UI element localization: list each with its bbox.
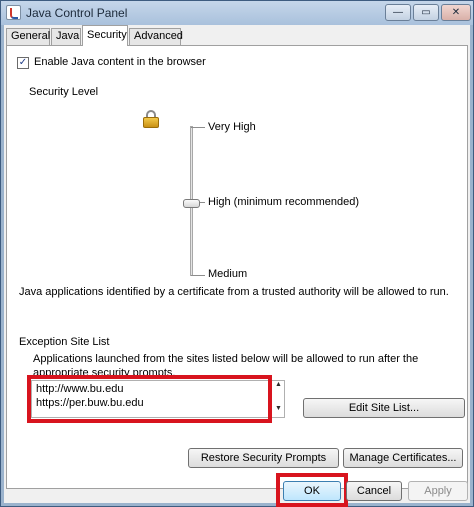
tab-strip: General Java Security Advanced	[4, 25, 470, 46]
tab-advanced[interactable]: Advanced	[129, 28, 183, 45]
maximize-button[interactable]: ▭	[413, 4, 439, 21]
close-button[interactable]: ✕	[441, 4, 471, 21]
security-tab-panel: ✓ Enable Java content in the browser Sec…	[6, 45, 468, 489]
apply-button[interactable]: Apply	[408, 481, 468, 501]
restore-security-prompts-button[interactable]: Restore Security Prompts	[188, 448, 339, 468]
scroll-up-icon[interactable]: ▲	[275, 381, 282, 388]
ok-button[interactable]: OK	[283, 481, 341, 501]
window-title: Java Control Panel	[26, 6, 128, 20]
certificate-info-text: Java applications identified by a certif…	[19, 286, 449, 298]
level-label-high: High (minimum recommended)	[208, 196, 359, 208]
exception-site-list-title: Exception Site List	[19, 336, 110, 348]
security-level-slider-thumb[interactable]	[183, 199, 200, 208]
java-control-panel-window: Java Control Panel — ▭ ✕ General Java Se…	[0, 0, 474, 507]
cancel-button[interactable]: Cancel	[346, 481, 402, 501]
minimize-button[interactable]: —	[385, 4, 411, 21]
tab-java[interactable]: Java	[51, 28, 81, 45]
java-app-icon	[6, 5, 21, 20]
padlock-icon	[143, 110, 159, 128]
slider-tick-very-high	[191, 127, 205, 128]
scroll-down-icon[interactable]: ▼	[275, 405, 282, 412]
title-bar[interactable]: Java Control Panel — ▭ ✕	[1, 1, 473, 25]
enable-java-checkbox[interactable]: ✓	[17, 57, 29, 69]
enable-java-label[interactable]: Enable Java content in the browser	[34, 56, 206, 68]
manage-certificates-button[interactable]: Manage Certificates...	[343, 448, 463, 468]
padlock-body	[143, 117, 159, 128]
tab-security[interactable]: Security	[82, 25, 128, 46]
slider-tick-medium	[191, 275, 205, 276]
site-list-highlight-box	[27, 375, 272, 423]
dialog-client-area: General Java Security Advanced ✓ Enable …	[4, 25, 470, 507]
edit-site-list-button[interactable]: Edit Site List...	[303, 398, 465, 418]
level-label-very-high: Very High	[208, 121, 256, 133]
tab-general[interactable]: General	[6, 28, 50, 45]
level-label-medium: Medium	[208, 268, 248, 280]
security-level-label: Security Level	[29, 86, 99, 98]
